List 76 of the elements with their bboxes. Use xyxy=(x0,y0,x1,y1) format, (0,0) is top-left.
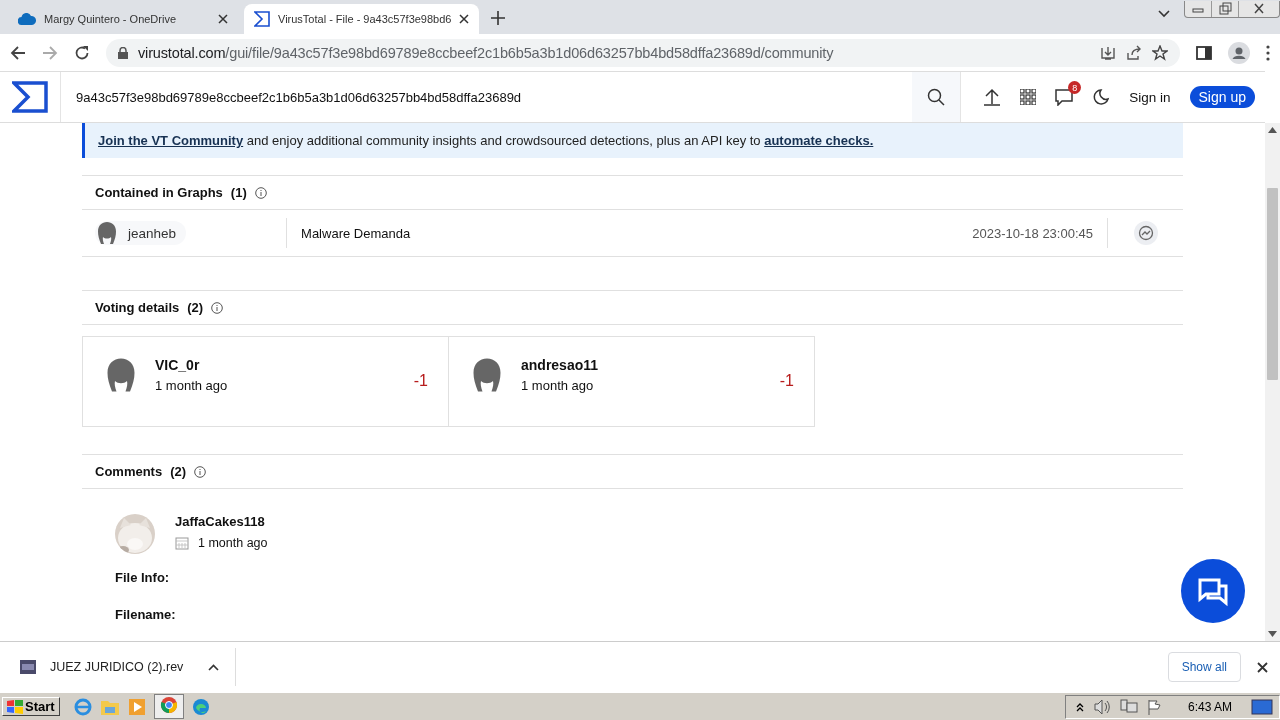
install-icon[interactable] xyxy=(1100,44,1116,61)
chat-icon[interactable] xyxy=(1055,88,1074,106)
share-icon[interactable] xyxy=(1126,44,1142,61)
graph-name[interactable]: Malware Demanda xyxy=(301,225,411,241)
graph-icon[interactable] xyxy=(1133,221,1158,245)
new-tab-icon[interactable] xyxy=(491,11,506,25)
start-button[interactable]: Start xyxy=(2,697,60,716)
moon-icon[interactable] xyxy=(1092,88,1111,106)
network-icon[interactable] xyxy=(1119,698,1138,715)
chat-button[interactable] xyxy=(1181,559,1245,623)
clock: 6:43 AM xyxy=(1187,699,1232,714)
section-title: Comments xyxy=(95,464,163,479)
comment-text: File Info: xyxy=(115,570,171,585)
vote-verdict: -1 xyxy=(413,371,428,391)
url-text: virustotal.com/gui/file/9a43c57f3e98bd69789e8ccbeef2c1b6b5a3b1d06d63257bb4bd58dffa23689d/community xyxy=(138,44,835,61)
lock-icon xyxy=(118,46,128,59)
show-all-button[interactable]: Show all xyxy=(1167,652,1241,682)
file-icon xyxy=(20,660,36,674)
cloud-icon xyxy=(18,13,36,25)
banner-text: Join the VT Community and enjoy additional community insights and crowdsourced detections, plus an API key to automate checks. xyxy=(98,133,874,148)
download-file-name[interactable]: JUEZ JURIDICO (2).rev xyxy=(50,660,194,674)
flag-icon[interactable] xyxy=(1146,698,1163,715)
sigma-logo-icon[interactable] xyxy=(12,81,48,113)
close-icon[interactable] xyxy=(218,14,228,24)
notification-badge: 8 xyxy=(1068,81,1082,94)
avatar-icon xyxy=(95,221,119,245)
section-count: (1) xyxy=(230,185,247,200)
search-field[interactable]: 9a43c57f3e98bd69789e8ccbeef2c1b6b5a3b1d06d63257bb4bd58dffa23689d xyxy=(61,72,913,122)
scrollbar-thumb[interactable] xyxy=(1267,188,1278,380)
profile-icon[interactable] xyxy=(1228,41,1250,64)
user-name[interactable]: andresao11 xyxy=(521,357,764,373)
browser-tab[interactable]: VirusTotal - File - 9a43c57f3e98bd6 xyxy=(244,4,480,34)
back-icon[interactable] xyxy=(10,44,26,61)
scroll-up-icon[interactable] xyxy=(1268,127,1277,133)
speaker-icon[interactable] xyxy=(1092,698,1111,715)
section-title: Contained in Graphs xyxy=(95,185,223,200)
section-title: Voting details xyxy=(95,300,180,315)
join-link[interactable]: Join the VT Community xyxy=(98,133,244,148)
chevron-down-icon[interactable] xyxy=(1158,10,1170,18)
side-panel-icon[interactable] xyxy=(1196,44,1212,61)
reload-icon[interactable] xyxy=(74,44,90,61)
info-icon[interactable] xyxy=(254,186,267,199)
star-icon[interactable] xyxy=(1152,44,1168,61)
tab-title: Margy Quintero - OneDrive xyxy=(44,13,178,25)
upload-icon[interactable] xyxy=(983,88,1002,106)
info-icon[interactable] xyxy=(211,301,224,314)
sign-in-link[interactable]: Sign in xyxy=(1129,89,1171,105)
close-icon[interactable] xyxy=(459,14,470,24)
comment-time: 1 month ago xyxy=(198,536,268,550)
address-bar[interactable]: virustotal.com/gui/file/9a43c57f3e98bd69789e8ccbeef2c1b6b5a3b1d06d63257bb4bd58dffa23689d/community xyxy=(106,38,1180,67)
windows-logo-icon xyxy=(7,699,23,714)
user-name[interactable]: JaffaCakes118 xyxy=(175,514,265,529)
tab-title: VirusTotal - File - 9a43c57f3e98bd6 xyxy=(278,13,452,25)
vote-verdict: -1 xyxy=(779,371,794,391)
section-count: (2) xyxy=(187,300,204,315)
vote-time: 1 month ago xyxy=(521,378,595,393)
chevron-up-icon[interactable] xyxy=(208,663,219,671)
scroll-down-icon[interactable] xyxy=(1268,631,1277,637)
graph-date: 2023-10-18 23:00:45 xyxy=(972,225,1094,241)
vote-time: 1 month ago xyxy=(155,378,229,393)
automate-link[interactable]: automate checks. xyxy=(764,133,874,148)
browser-tab[interactable]: Margy Quintero - OneDrive xyxy=(8,4,238,34)
calendar-icon xyxy=(175,536,189,550)
sign-up-button[interactable]: Sign up xyxy=(1189,86,1255,108)
close-icon[interactable] xyxy=(1257,661,1268,673)
desktop-icon[interactable] xyxy=(1251,697,1273,716)
section-count: (2) xyxy=(170,464,187,479)
sigma-logo-icon xyxy=(254,11,270,27)
info-icon[interactable] xyxy=(194,465,207,478)
grid-icon[interactable] xyxy=(1020,89,1037,105)
chevron-up-icon[interactable] xyxy=(1075,701,1084,712)
search-icon[interactable] xyxy=(927,88,946,106)
user-name[interactable]: VIC_0r xyxy=(155,357,398,373)
chrome-icon[interactable] xyxy=(159,696,178,714)
comment-text: Filename: xyxy=(115,607,177,622)
more-icon[interactable] xyxy=(1266,44,1270,61)
